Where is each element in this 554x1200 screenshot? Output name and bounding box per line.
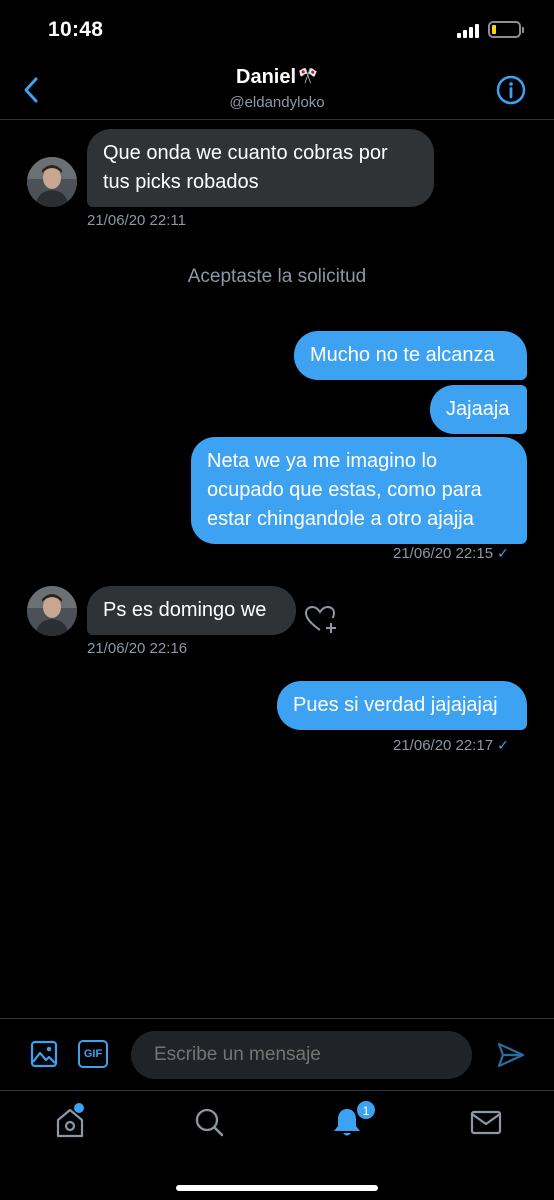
notifications-badge: 1 — [356, 1100, 376, 1120]
read-check-icon: ✓ — [497, 737, 509, 753]
send-button[interactable] — [496, 1041, 526, 1069]
read-check-icon: ✓ — [497, 545, 509, 561]
avatar[interactable] — [27, 157, 77, 207]
message-timestamp: 21/06/20 22:17 ✓ — [393, 737, 509, 754]
battery-icon — [488, 21, 524, 38]
heart-plus-icon — [304, 605, 336, 633]
tab-messages[interactable] — [469, 1105, 503, 1139]
home-badge-dot — [74, 1103, 84, 1113]
home-indicator — [176, 1185, 378, 1191]
message-timestamp: 21/06/20 22:11 — [87, 212, 186, 229]
search-icon — [195, 1108, 224, 1137]
contact-handle: @eldandyloko — [229, 94, 325, 111]
message-timestamp: 21/06/20 22:15 ✓ — [393, 545, 509, 562]
message-text: Que onda we cuanto cobras por — [103, 142, 388, 164]
info-button[interactable] — [495, 74, 527, 106]
message-text: ocupado que estas, como para — [207, 479, 482, 501]
send-icon — [497, 1042, 525, 1068]
message-bubble-incoming[interactable]: Que onda we cuanto cobras por tus picks … — [87, 129, 434, 207]
message-bubble-outgoing[interactable]: Mucho no te alcanza — [294, 331, 527, 380]
message-bubble-outgoing[interactable]: Neta we ya me imagino lo ocupado que est… — [191, 437, 527, 544]
message-bubble-outgoing[interactable]: Jajaaja — [430, 385, 527, 434]
message-text: Mucho no te alcanza — [310, 344, 495, 366]
avatar[interactable] — [27, 586, 77, 636]
message-text: tus picks robados — [103, 171, 259, 193]
message-bubble-outgoing[interactable]: Pues si verdad jajajajaj — [277, 681, 527, 730]
message-timestamp: 21/06/20 22:16 — [87, 640, 188, 657]
status-time: 10:48 — [48, 18, 104, 41]
contact-name[interactable]: Daniel — [236, 66, 296, 88]
message-text: Neta we ya me imagino lo — [207, 450, 438, 472]
message-bubble-incoming[interactable]: Ps es domingo we — [87, 586, 296, 635]
avatar-image — [27, 157, 77, 207]
signal-icon — [457, 24, 483, 38]
flag-emoji: 🎌 — [298, 68, 318, 85]
add-reaction-button[interactable] — [304, 604, 340, 634]
timestamp-text: 21/06/20 22:15 — [393, 545, 494, 562]
message-input[interactable] — [131, 1031, 472, 1079]
status-bar: 10:48 — [0, 0, 554, 60]
message-composer: GIF — [0, 1018, 554, 1090]
image-icon — [30, 1040, 58, 1068]
message-text: Jajaaja — [446, 398, 510, 420]
system-message: Aceptaste la solicitud — [187, 266, 367, 287]
conversation-header: Daniel 🎌 @eldandyloko — [0, 60, 554, 120]
tab-bar: 1 — [0, 1090, 554, 1200]
gif-button[interactable]: GIF — [78, 1040, 108, 1068]
contact-name-row[interactable]: Daniel 🎌 — [0, 66, 554, 89]
info-icon — [496, 75, 526, 105]
add-image-button[interactable] — [30, 1040, 58, 1068]
tab-search[interactable] — [192, 1105, 226, 1139]
envelope-icon — [470, 1110, 502, 1135]
message-text: Ps es domingo we — [103, 599, 267, 621]
message-text: estar chingandole a otro ajajja — [207, 508, 474, 530]
avatar-image — [27, 586, 77, 636]
timestamp-text: 21/06/20 22:17 — [393, 737, 494, 754]
message-text: Pues si verdad jajajajaj — [293, 694, 498, 716]
